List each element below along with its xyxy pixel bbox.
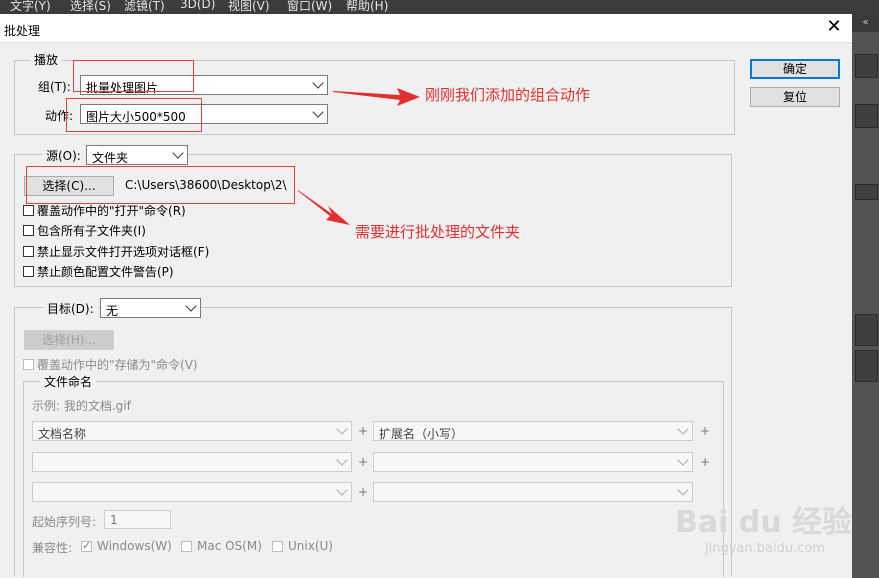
arrow-2-icon	[298, 190, 350, 225]
annotation-note-1: 刚刚我们添加的组合动作	[425, 86, 591, 104]
baidu-watermark-url: jingyan.baidu.com	[705, 541, 825, 556]
baidu-watermark-logo: Bai du 经验	[675, 505, 853, 540]
annotation-note-2: 需要进行批处理的文件夹	[355, 223, 521, 241]
arrow-1-icon	[333, 88, 420, 106]
